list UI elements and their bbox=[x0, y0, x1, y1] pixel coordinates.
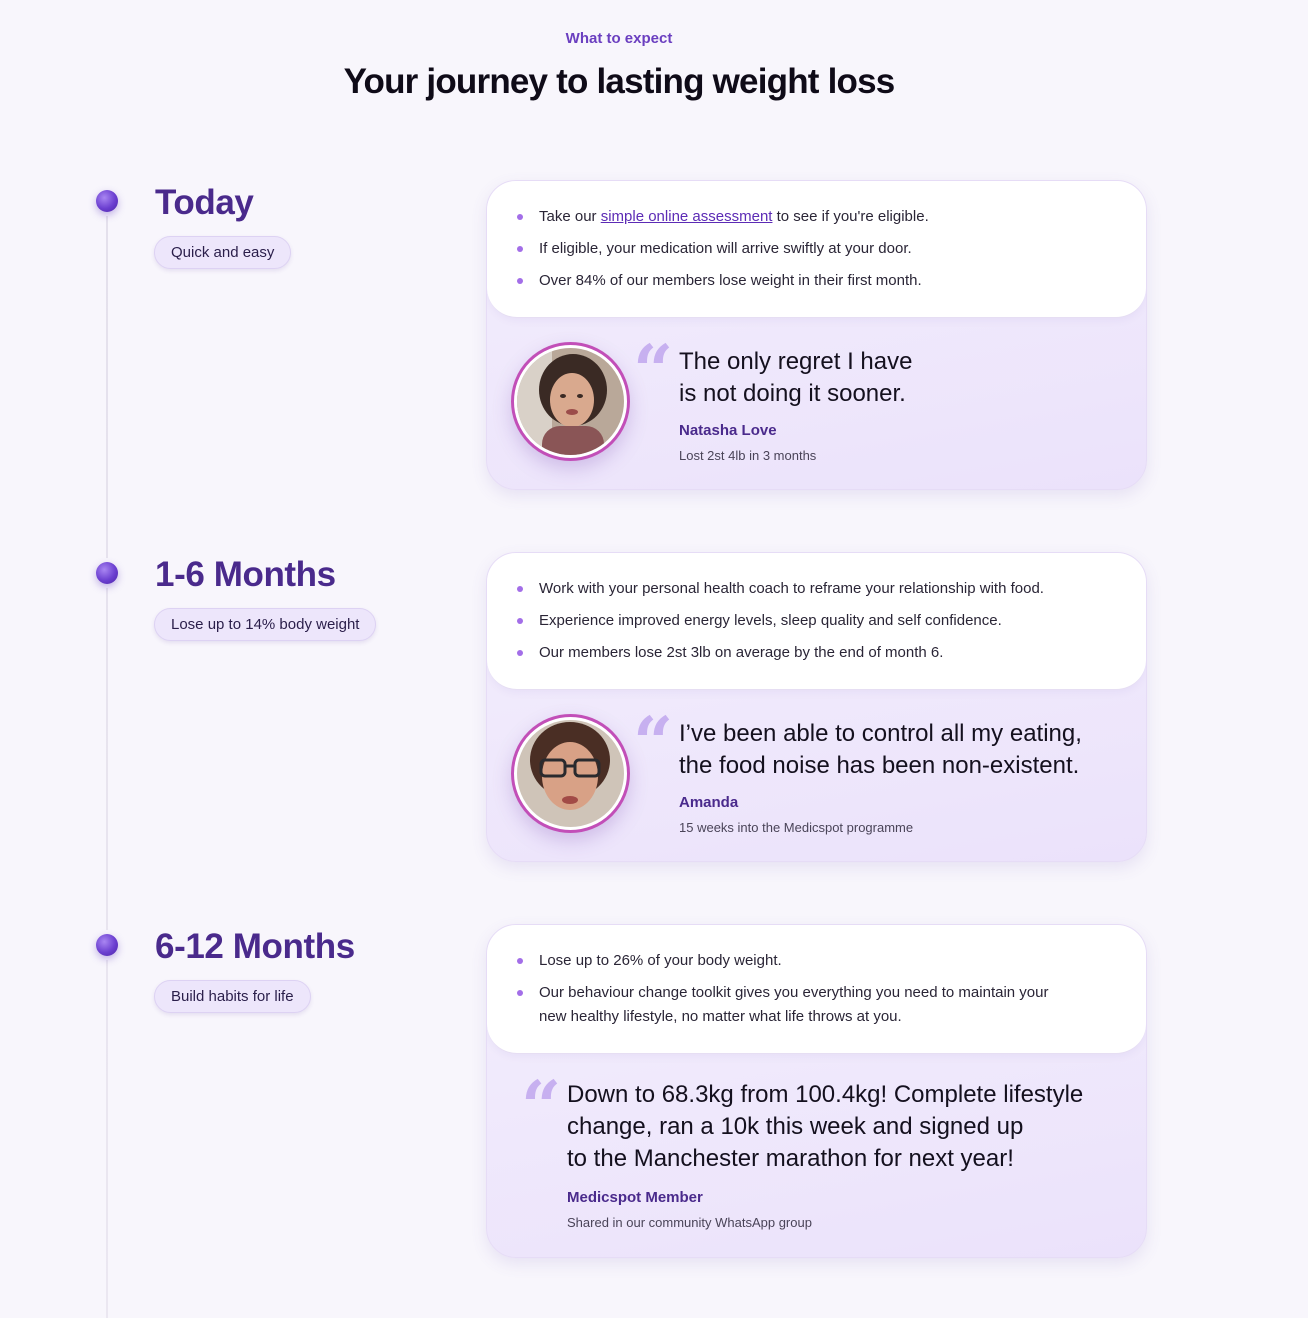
avatar-photo bbox=[517, 348, 624, 455]
card-bullets: Lose up to 26% of your body weight. Our … bbox=[487, 925, 1146, 1054]
bullet-item: Lose up to 26% of your body weight. bbox=[517, 949, 1116, 973]
bullet-item: Work with your personal health coach to … bbox=[517, 577, 1116, 601]
bullet-text: to see if you're eligible. bbox=[772, 208, 929, 225]
testimonial-meta: 15 weeks into the Medicspot programme bbox=[679, 820, 914, 835]
stage-title-today: Today bbox=[155, 183, 254, 222]
testimonial-meta: Lost 2st 4lb in 3 months bbox=[679, 448, 817, 463]
quote-mark-icon: “ bbox=[633, 701, 674, 784]
stage-pill-6-12-months: Build habits for life bbox=[154, 980, 311, 1013]
section-eyebrow: What to expect bbox=[565, 30, 673, 47]
stage-card-6-12-months: Lose up to 26% of your body weight. Our … bbox=[486, 924, 1147, 1258]
testimonial-name: Natasha Love bbox=[679, 422, 777, 439]
testimonial: “ I’ve been able to control all my eatin… bbox=[487, 690, 1146, 861]
card-bullets: Work with your personal health coach to … bbox=[487, 553, 1146, 690]
testimonial-avatar bbox=[511, 714, 630, 833]
testimonial-name: Medicspot Member bbox=[567, 1189, 703, 1206]
bullet-item: If eligible, your medication will arrive… bbox=[517, 237, 1116, 261]
avatar-photo bbox=[517, 720, 624, 827]
online-assessment-link[interactable]: simple online assessment bbox=[601, 208, 773, 225]
testimonial-avatar bbox=[511, 342, 630, 461]
bullet-item: Over 84% of our members lose weight in t… bbox=[517, 269, 1116, 293]
page-title: Your journey to lasting weight loss bbox=[343, 62, 896, 101]
testimonial-quote-line: I’ve been able to control all my eating, bbox=[679, 720, 1082, 747]
testimonial-quote-line: The only regret I have bbox=[679, 348, 913, 375]
timeline-line bbox=[106, 205, 108, 1318]
timeline-dot-6-12-months bbox=[96, 934, 118, 956]
testimonial: “ The only regret I have is not doing it… bbox=[487, 318, 1146, 489]
bullet-text: Take our bbox=[539, 208, 601, 225]
quote-mark-icon: “ bbox=[633, 329, 674, 412]
bullet-text: new healthy lifestyle, no matter what li… bbox=[539, 1008, 902, 1025]
testimonial: “ Down to 68.3kg from 100.4kg! Complete … bbox=[487, 1054, 1146, 1257]
testimonial-quote-line: is not doing it sooner. bbox=[679, 380, 906, 407]
testimonial-quote-line: the food noise has been non-existent. bbox=[679, 752, 1080, 779]
bullet-text: Our behaviour change toolkit gives you e… bbox=[539, 984, 1049, 1001]
timeline-dot-today bbox=[96, 190, 118, 212]
timeline-dot-1-6-months bbox=[96, 562, 118, 584]
stage-card-1-6-months: Work with your personal health coach to … bbox=[486, 552, 1147, 862]
testimonial-name: Amanda bbox=[679, 794, 739, 811]
stage-pill-1-6-months: Lose up to 14% body weight bbox=[154, 608, 377, 641]
card-bullets: Take our simple online assessment to see… bbox=[487, 181, 1146, 318]
stage-card-today: Take our simple online assessment to see… bbox=[486, 180, 1147, 490]
stage-pill-today: Quick and easy bbox=[154, 236, 292, 269]
bullet-item: Our behaviour change toolkit gives you e… bbox=[517, 981, 1116, 1029]
quote-mark-icon: “ bbox=[521, 1065, 562, 1148]
stage-title-6-12-months: 6-12 Months bbox=[155, 927, 355, 966]
bullet-item: Take our simple online assessment to see… bbox=[517, 205, 1116, 229]
bullet-item: Our members lose 2st 3lb on average by t… bbox=[517, 641, 1116, 665]
testimonial-meta: Shared in our community WhatsApp group bbox=[567, 1215, 812, 1230]
testimonial-quote-line: to the Manchester marathon for next year… bbox=[567, 1145, 1014, 1172]
stage-title-1-6-months: 1-6 Months bbox=[155, 555, 336, 594]
testimonial-quote-line: change, ran a 10k this week and signed u… bbox=[567, 1113, 1024, 1140]
testimonial-quote-line: Down to 68.3kg from 100.4kg! Complete li… bbox=[567, 1081, 1084, 1108]
bullet-item: Experience improved energy levels, sleep… bbox=[517, 609, 1116, 633]
